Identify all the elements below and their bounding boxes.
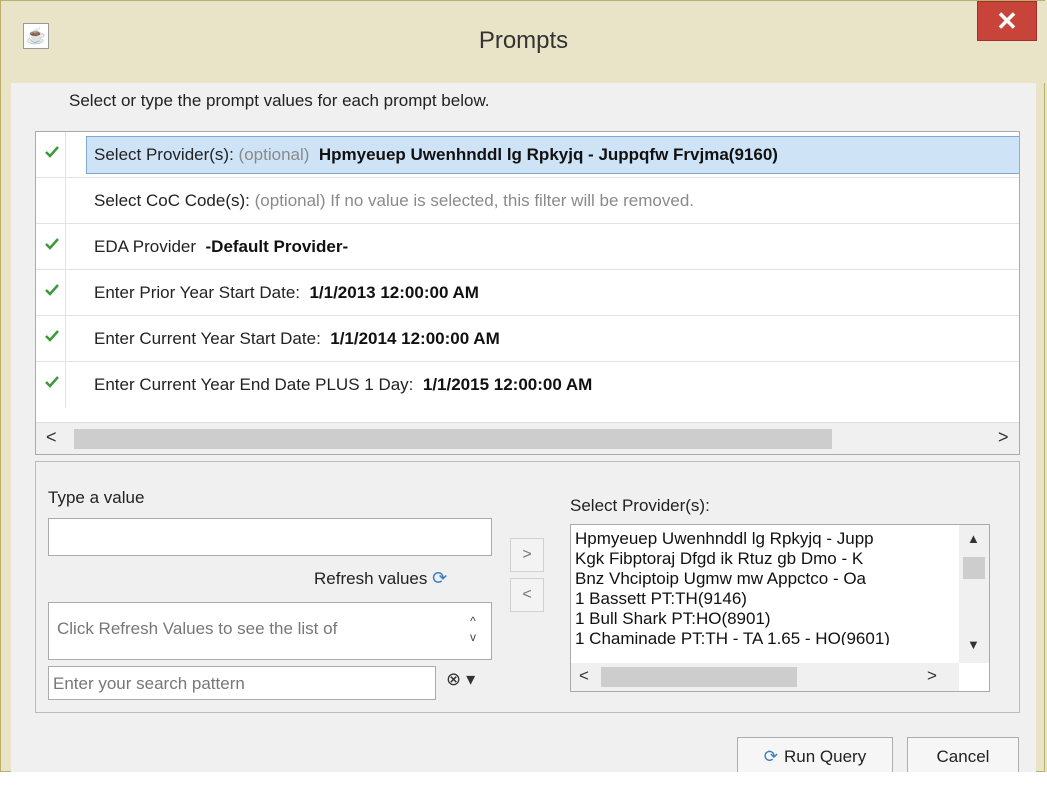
background-strip (0, 772, 1047, 794)
run-query-button[interactable]: ⟳ Run Query (737, 737, 893, 777)
prompt-text: Enter Prior Year Start Date: 1/1/2013 12… (94, 283, 479, 303)
prompt-label: Select Provider(s): (94, 145, 239, 164)
check-icon (45, 284, 59, 296)
spin-down-icon[interactable]: v (463, 629, 483, 645)
search-pattern-input[interactable]: Enter your search pattern (48, 666, 436, 700)
value-selection-panel: Type a value Refresh values ⟳ Click Refr… (35, 461, 1020, 713)
search-placeholder: Enter your search pattern (53, 674, 245, 693)
scrollbar-thumb[interactable] (601, 667, 797, 687)
selected-list-horizontal-scrollbar[interactable]: < > (571, 663, 959, 691)
spin-up-icon[interactable]: ^ (463, 613, 483, 629)
prompt-optional: (optional) If no value is selected, this… (254, 191, 694, 210)
refresh-values-link[interactable]: Refresh values ⟳ (314, 568, 447, 589)
selected-values-label: Select Provider(s): (570, 496, 710, 515)
list-item[interactable]: Kgk Fibptoraj Dfgd ik Rtuz gb Dmo - K (575, 549, 959, 569)
prompt-value: Hpmyeuep Uwenhnddl lg Rpkyjq - Juppqfw F… (318, 145, 778, 164)
refresh-values-label: Refresh values (314, 569, 428, 588)
instructions-text: Select or type the prompt values for eac… (69, 91, 490, 110)
prompt-label: Select CoC Code(s): (94, 191, 255, 210)
selected-values-list[interactable]: Hpmyeuep Uwenhnddl lg Rpkyjq - Jupp Kgk … (570, 524, 990, 692)
scroll-left-icon[interactable]: < (579, 666, 589, 686)
window-title: Prompts (478, 27, 569, 54)
prompt-row-prior-year-start[interactable]: Enter Prior Year Start Date: 1/1/2013 12… (36, 270, 1019, 316)
scroll-down-icon[interactable]: ▼ (967, 637, 980, 652)
title-bar[interactable]: ☕ Prompts ✕ (1, 1, 1046, 83)
check-column (36, 178, 66, 223)
dialog-body: Select or type the prompt values for eac… (11, 83, 1036, 777)
scroll-right-icon[interactable]: > (927, 666, 937, 686)
prompt-row-current-year-start[interactable]: Enter Current Year Start Date: 1/1/2014 … (36, 316, 1019, 362)
close-button[interactable]: ✕ (977, 1, 1037, 41)
scroll-right-icon[interactable]: > (998, 427, 1009, 448)
refresh-icon: ⟳ (432, 568, 448, 588)
prompts-dialog: ☕ Prompts ✕ Select or type the prompt va… (0, 0, 1046, 777)
move-left-button[interactable]: < (510, 578, 544, 612)
prompt-text: EDA Provider -Default Provider- (94, 237, 348, 257)
prompt-list-horizontal-scrollbar[interactable]: < > (36, 422, 1019, 454)
move-right-button[interactable]: > (510, 538, 544, 572)
prompt-text: Select Provider(s): (optional) Hpmyeuep … (94, 145, 778, 165)
list-item[interactable]: 1 Bassett PT:TH(9146) (575, 589, 959, 609)
prompt-label: EDA Provider (94, 237, 201, 256)
prompt-label: Enter Current Year End Date PLUS 1 Day: (94, 375, 419, 394)
prompt-value: -Default Provider- (205, 237, 349, 256)
value-input[interactable] (48, 518, 492, 556)
scroll-left-icon[interactable]: < (46, 427, 57, 448)
selected-list-vertical-scrollbar[interactable]: ▲ ▼ (959, 525, 989, 663)
prompt-value: 1/1/2014 12:00:00 AM (330, 329, 500, 348)
run-query-label: Run Query (784, 747, 867, 766)
binoculars-search-icon[interactable]: ⊗ ▾ (446, 669, 475, 690)
prompt-label: Enter Prior Year Start Date: (94, 283, 305, 302)
prompt-row-eda-provider[interactable]: EDA Provider -Default Provider- (36, 224, 1019, 270)
prompt-text: Select CoC Code(s): (optional) If no val… (94, 191, 694, 211)
prompt-row-provider[interactable]: Select Provider(s): (optional) Hpmyeuep … (36, 132, 1019, 178)
check-icon (45, 146, 59, 158)
scroll-up-icon[interactable]: ▲ (967, 531, 980, 546)
list-item[interactable]: 1 Bull Shark PT:HO(8901) (575, 609, 959, 629)
prompt-row-current-year-end[interactable]: Enter Current Year End Date PLUS 1 Day: … (36, 362, 1019, 408)
prompt-value: 1/1/2013 12:00:00 AM (309, 283, 479, 302)
prompt-value: 1/1/2015 12:00:00 AM (422, 375, 593, 394)
check-icon (45, 330, 59, 342)
prompt-text: Enter Current Year End Date PLUS 1 Day: … (94, 375, 592, 395)
prompt-optional: (optional) (238, 145, 310, 164)
type-value-label: Type a value (48, 488, 145, 507)
prompt-row-coc-code[interactable]: Select CoC Code(s): (optional) If no val… (36, 178, 1019, 224)
prompt-list: Select Provider(s): (optional) Hpmyeuep … (35, 131, 1020, 455)
list-item[interactable]: Bnz Vhciptoip Ugmw mw Appctco - Oa (575, 569, 959, 589)
refresh-icon: ⟳ (763, 747, 779, 766)
prompt-text: Enter Current Year Start Date: 1/1/2014 … (94, 329, 500, 349)
check-icon (45, 238, 59, 250)
list-item[interactable]: 1 Chaminade PT:TH - TA 1.65 - HO(9601) (575, 629, 959, 645)
list-spinner[interactable]: ^ v (463, 613, 483, 649)
list-item[interactable]: Hpmyeuep Uwenhnddl lg Rpkyjq - Jupp (575, 529, 959, 549)
available-values-list[interactable]: Click Refresh Values to see the list of … (48, 602, 492, 660)
scrollbar-thumb[interactable] (963, 557, 985, 579)
available-values-placeholder: Click Refresh Values to see the list of (57, 619, 338, 638)
cancel-button[interactable]: Cancel (907, 737, 1019, 777)
check-icon (45, 376, 59, 388)
prompt-label: Enter Current Year Start Date: (94, 329, 326, 348)
scrollbar-thumb[interactable] (74, 429, 832, 449)
